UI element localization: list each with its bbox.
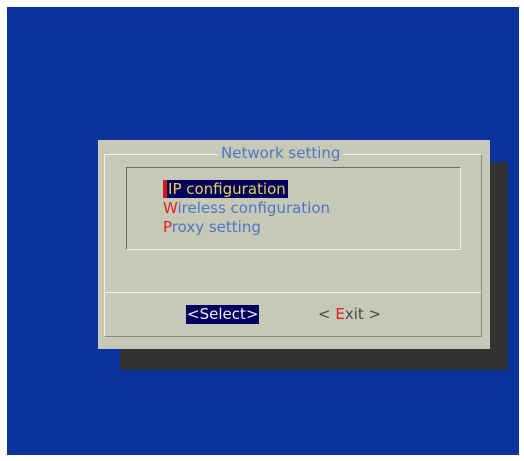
- exit-button[interactable]: < Exit >: [318, 305, 381, 324]
- button-divider: [105, 292, 481, 293]
- menu-item-label: roxy setting: [171, 218, 261, 236]
- network-setting-dialog: Network setting IP configuration Wireles…: [98, 140, 490, 349]
- menu-list: IP configuration Wireless configuration …: [163, 180, 330, 237]
- menu-item-wireless-configuration[interactable]: Wireless configuration: [163, 199, 330, 218]
- menu-item-label: P configuration: [172, 180, 288, 198]
- exit-hotkey: E: [335, 305, 345, 323]
- menu-item-label: ireless configuration: [177, 199, 331, 217]
- exit-button-prefix: <: [318, 305, 336, 323]
- dialog-title: Network setting: [218, 144, 344, 162]
- menu-hotkey: W: [163, 199, 178, 217]
- select-button[interactable]: <Select>: [186, 305, 260, 324]
- menu-hotkey: P: [163, 218, 172, 236]
- menu-item-ip-configuration[interactable]: IP configuration: [163, 180, 330, 199]
- terminal-screen: Network setting IP configuration Wireles…: [7, 7, 519, 455]
- menu-item-proxy-setting[interactable]: Proxy setting: [163, 218, 330, 237]
- exit-button-suffix: xit >: [344, 305, 382, 323]
